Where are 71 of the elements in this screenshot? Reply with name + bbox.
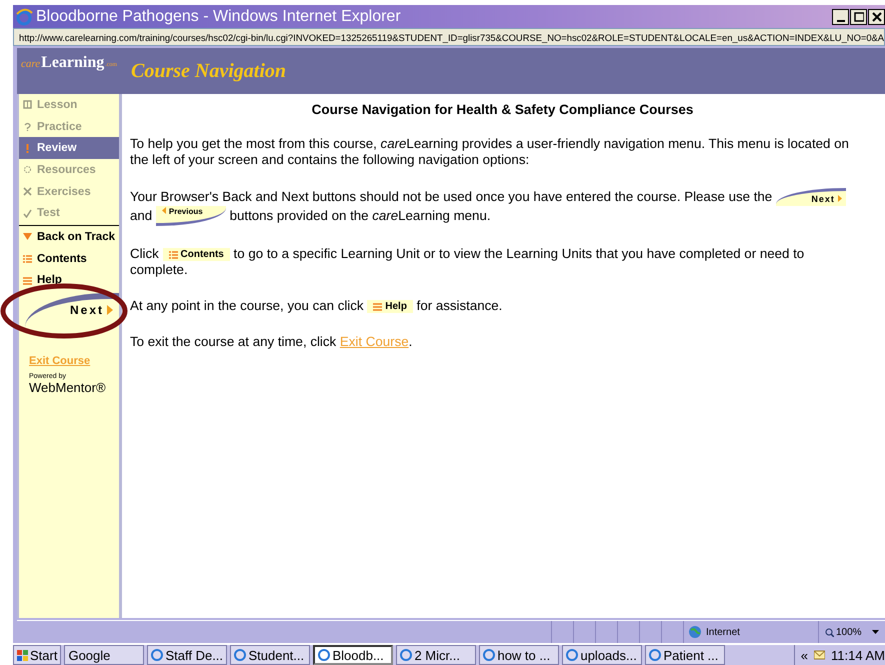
paragraph-text: complete.: [130, 262, 188, 278]
list-icon: [168, 250, 178, 258]
close-icon: [872, 12, 882, 22]
envelope-icon: [814, 650, 826, 660]
app-icon: [151, 649, 164, 661]
sidebar-item[interactable]: Help: [19, 270, 119, 292]
logo-text: care: [21, 58, 40, 70]
clock-text: 11:14 AM: [831, 648, 885, 662]
globe-icon: [688, 625, 702, 639]
zoom-level[interactable]: 100%: [836, 626, 862, 638]
app-icon: [234, 649, 246, 661]
taskbar-item[interactable]: Google: [64, 645, 144, 665]
app-icon: [649, 649, 662, 661]
paragraph-text: .: [408, 334, 412, 350]
check-icon: [23, 208, 32, 218]
taskbar-item[interactable]: Bloodb...: [313, 645, 394, 665]
logo-text: Learning: [41, 54, 104, 72]
taskbar-item[interactable]: Student...: [230, 645, 310, 665]
triangle-down-icon: [23, 232, 32, 242]
app-icon: [318, 649, 330, 661]
window-title: Bloodborne Pathogens - Windows Internet Explorer: [36, 8, 401, 26]
sidebar-item[interactable]: Back on Track: [19, 226, 119, 248]
windows-logo-icon: [17, 650, 28, 660]
menu-button[interactable]: Contents: [162, 248, 230, 260]
paragraph-text: buttons provided on the careLearning menu.: [228, 208, 491, 224]
maximize-icon: [854, 12, 864, 22]
arrow-right-icon: [838, 195, 842, 202]
sidebar-item[interactable]: Review: [19, 137, 119, 160]
start-button[interactable]: Start: [13, 645, 62, 665]
next-button[interactable]: Next: [776, 188, 846, 206]
sidebar-item[interactable]: Contents: [19, 248, 119, 270]
zone-text: Internet: [706, 626, 740, 638]
taskbar-item[interactable]: Staff De...: [147, 645, 228, 665]
page-title: Course Navigation: [131, 60, 286, 82]
brand-text: WebMentor®: [29, 380, 106, 396]
taskbar-item[interactable]: 2 Micr...: [396, 645, 476, 665]
arrow-right-icon: [107, 305, 113, 316]
caret-down-icon: [872, 630, 879, 634]
lines-icon: [23, 276, 32, 285]
app-icon: [483, 649, 496, 661]
taskbar-item[interactable]: how to ...: [479, 645, 560, 665]
paragraph-text: for assistance.: [416, 298, 502, 314]
paragraph-text: and: [130, 208, 154, 224]
paragraph-text: Your Browser's Back and Next buttons should not be used once you have entered the course. Please use the: [130, 189, 774, 205]
app-icon: [566, 649, 578, 661]
app-icon: [400, 649, 412, 661]
paragraph-text: Click: [130, 246, 160, 262]
tray-toggle[interactable]: «: [800, 648, 808, 662]
paragraph-text: to go to a specific Learning Unit or to view the Learning Units that you have completed or need to: [232, 246, 804, 262]
paragraph-text: the left of your screen and contains the following navigation options:: [130, 152, 530, 168]
lines-icon: [373, 302, 382, 310]
close-button[interactable]: [868, 8, 885, 24]
taskbar-item[interactable]: Patient ...: [645, 645, 726, 665]
cross-icon: [23, 187, 32, 196]
question-icon: [23, 122, 32, 132]
list-icon: [23, 254, 32, 264]
browser-logo-icon: [15, 8, 33, 26]
paragraph-text: To exit the course at any time, click: [130, 334, 338, 350]
paragraph-text: To help you get the most from this course, careLearning provides a user-friendly navigation menu. This menu is located on: [130, 136, 849, 152]
paragraph-text: At any point in the course, you can click: [130, 298, 365, 314]
taskbar-item[interactable]: uploads...: [562, 645, 642, 665]
square-icon: [23, 100, 32, 110]
minimize-icon: [836, 20, 844, 22]
next-button[interactable]: Next: [25, 293, 119, 328]
zoom-icon: [825, 628, 834, 636]
arrow-left-icon: [162, 207, 166, 214]
previous-button[interactable]: Previous: [156, 206, 226, 226]
maximize-button[interactable]: [850, 8, 867, 24]
content-heading: Course Navigation for Health & Safety Compliance Courses: [310, 102, 694, 118]
minimize-button[interactable]: [832, 8, 849, 24]
menu-button[interactable]: Help: [367, 300, 413, 312]
